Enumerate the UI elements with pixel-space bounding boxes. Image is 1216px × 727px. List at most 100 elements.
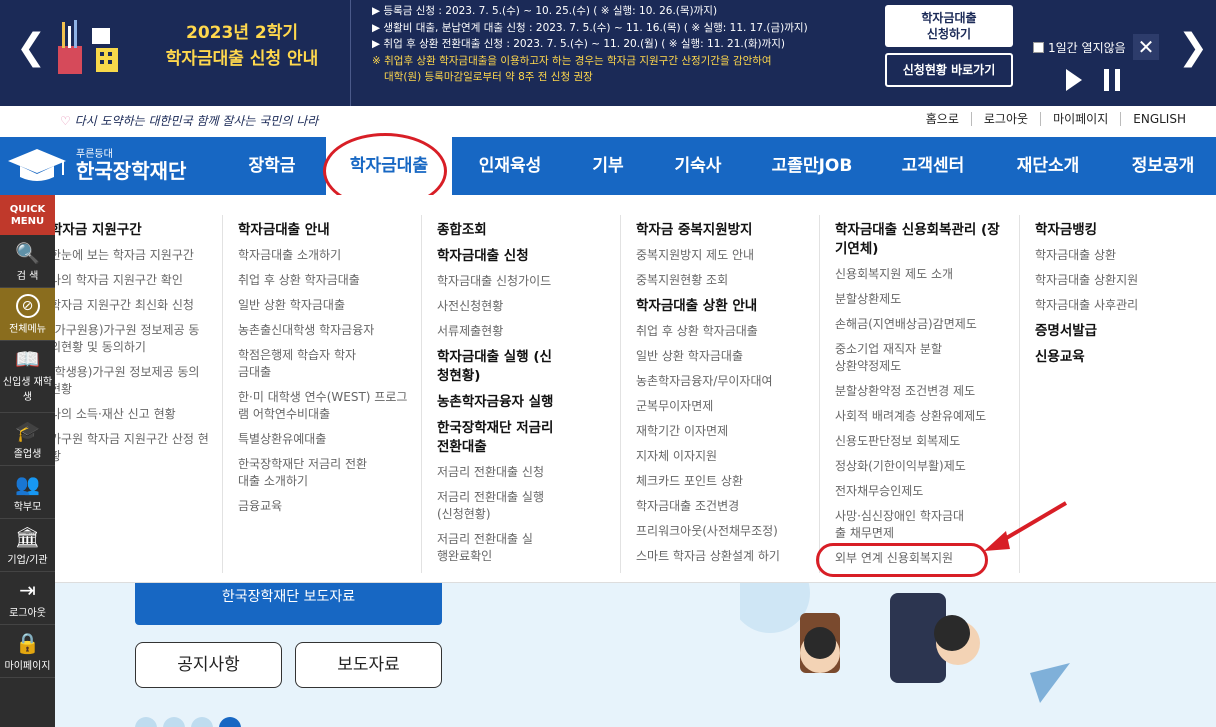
- menu-heading[interactable]: 신용교육: [1035, 348, 1210, 367]
- menu-heading[interactable]: 종합조회: [437, 221, 597, 240]
- banner-prev-icon[interactable]: ❮: [16, 28, 46, 68]
- play-icon[interactable]: [1066, 69, 1082, 91]
- menu-link[interactable]: (가구원용)가구원 정보제공 동의현황 및 동의하기: [50, 322, 210, 356]
- menu-heading[interactable]: 학자금대출 상환 안내: [636, 297, 806, 316]
- menu-link[interactable]: 저금리 전환대출 신청: [437, 464, 597, 481]
- quick-logout[interactable]: ⇥ 로그아웃: [0, 572, 55, 625]
- notice-button[interactable]: 공지사항: [135, 642, 282, 688]
- nav-scholarship[interactable]: 장학금: [228, 137, 316, 195]
- home-link[interactable]: 홈으로: [914, 112, 971, 126]
- menu-link[interactable]: 중복지원방지 제도 안내: [636, 247, 806, 264]
- menu-link[interactable]: 학자금대출 신청가이드: [437, 273, 597, 290]
- menu-link[interactable]: 농촌출신대학생 학자금융자: [238, 322, 408, 339]
- menu-heading[interactable]: 학자금뱅킹: [1035, 221, 1210, 240]
- menu-link[interactable]: 나의 학자금 지원구간 확인: [50, 272, 210, 289]
- english-link[interactable]: ENGLISH: [1120, 112, 1198, 126]
- status-shortcut-button[interactable]: 신청현황 바로가기: [885, 53, 1013, 87]
- menu-link[interactable]: 학자금대출 상환: [1035, 247, 1210, 264]
- menu-link[interactable]: 중복지원현황 조회: [636, 272, 806, 289]
- apply-loan-button[interactable]: 학자금대출 신청하기: [885, 5, 1013, 47]
- notice-line: ▶ 등록금 신청 : 2023. 7. 5.(수) ~ 10. 25.(수) (…: [372, 5, 718, 17]
- menu-link[interactable]: 손해금(지연배상금)감면제도: [835, 316, 1010, 333]
- menu-link[interactable]: 학자금대출 상환지원: [1035, 272, 1210, 289]
- menu-heading[interactable]: 농촌학자금융자 실행: [437, 393, 597, 412]
- checkbox-box[interactable]: [1033, 42, 1044, 53]
- menu-link[interactable]: 취업 후 상환 학자금대출: [636, 323, 806, 340]
- mypage-link[interactable]: 마이페이지: [1040, 112, 1120, 126]
- menu-link[interactable]: 분할상환제도: [835, 291, 1010, 308]
- nav-dormitory[interactable]: 기숙사: [658, 137, 738, 195]
- nav-disclosure[interactable]: 정보공개: [1116, 137, 1210, 195]
- menu-link[interactable]: 학자금대출 소개하기: [238, 247, 408, 264]
- menu-link[interactable]: 특별상환유예대출: [238, 431, 408, 448]
- menu-link[interactable]: 학자금 지원구간 최신화 신청: [50, 297, 210, 314]
- menu-link[interactable]: 사전신청현황: [437, 298, 597, 315]
- menu-link[interactable]: 신용회복지원 제도 소개: [835, 266, 1010, 283]
- annotation-arrow-icon: [984, 501, 1068, 551]
- menu-link[interactable]: 저금리 전환대출 실행 (신청현황): [437, 489, 547, 523]
- nav-talent[interactable]: 인재육성: [462, 137, 558, 195]
- menu-heading[interactable]: 학자금 지원구간: [50, 221, 210, 240]
- menu-link[interactable]: 일반 상환 학자금대출: [636, 348, 806, 365]
- menu-link[interactable]: 정상화(기한이익부활)제도: [835, 458, 1010, 475]
- quick-parents[interactable]: 👥 학부모: [0, 466, 55, 519]
- menu-link[interactable]: 취업 후 상환 학자금대출: [238, 272, 408, 289]
- logo[interactable]: 푸른등대 한국장학재단: [6, 147, 186, 183]
- menu-heading[interactable]: 학자금대출 신용회복관리 (장기연체): [835, 221, 1005, 259]
- nav-highschool-job[interactable]: 고졸만JOB: [758, 137, 866, 195]
- menu-heading[interactable]: 증명서발급: [1035, 322, 1210, 341]
- menu-link[interactable]: 학자금대출 사후관리: [1035, 297, 1210, 314]
- nav-about[interactable]: 재단소개: [1000, 137, 1096, 195]
- logout-link[interactable]: 로그아웃: [970, 112, 1040, 126]
- menu-heading[interactable]: 학자금대출 실행 (신청현황): [437, 348, 557, 386]
- close-icon[interactable]: ✕: [1133, 34, 1159, 60]
- banner-next-icon[interactable]: ❯: [1178, 28, 1208, 68]
- nav-donation[interactable]: 기부: [578, 137, 638, 195]
- menu-heading[interactable]: 학자금대출 신청: [437, 247, 597, 266]
- menu-link[interactable]: (학생용)가구원 정보제공 동의현황: [50, 364, 210, 398]
- quick-institution[interactable]: 🏛 기업/기관: [0, 519, 55, 572]
- menu-link[interactable]: 체크카드 포인트 상환: [636, 473, 806, 490]
- carousel-dot[interactable]: [163, 717, 185, 727]
- menu-link[interactable]: 군복무이자면제: [636, 398, 806, 415]
- annotation-oval: [816, 543, 988, 577]
- carousel-dot[interactable]: [135, 717, 157, 727]
- quick-students[interactable]: 📖 신입생 재학생: [0, 341, 55, 413]
- menu-link[interactable]: 한·미 대학생 연수(WEST) 프로그램 어학연수비대출: [238, 389, 408, 423]
- menu-link[interactable]: 한국장학재단 저금리 전환대출 소개하기: [238, 456, 368, 490]
- menu-link[interactable]: 사망·심신장애인 학자금대출 채무면제: [835, 508, 965, 542]
- menu-link[interactable]: 프리워크아웃(사전채무조정): [636, 523, 806, 540]
- pause-icon[interactable]: [1104, 69, 1120, 91]
- menu-heading[interactable]: 한국장학재단 저금리 전환대출: [437, 419, 557, 457]
- menu-link[interactable]: 나의 소득·재산 신고 현황: [50, 406, 210, 423]
- menu-link[interactable]: 학자금대출 조건변경: [636, 498, 806, 515]
- quick-search[interactable]: 🔍 검 색: [0, 235, 55, 288]
- quick-graduates[interactable]: 🎓 졸업생: [0, 413, 55, 466]
- menu-link[interactable]: 금융교육: [238, 498, 408, 515]
- menu-link[interactable]: 재학기간 이자면제: [636, 423, 806, 440]
- nav-customer-center[interactable]: 고객센터: [888, 137, 978, 195]
- menu-link[interactable]: 농촌학자금융자/무이자대여: [636, 373, 806, 390]
- menu-link[interactable]: 가구원 학자금 지원구간 산정 현황: [50, 431, 210, 465]
- menu-link[interactable]: 학점은행제 학습자 학자금대출: [238, 347, 358, 381]
- menu-link[interactable]: 사회적 배려계층 상환유예제도: [835, 408, 1010, 425]
- menu-link[interactable]: 서류제출현황: [437, 323, 597, 340]
- menu-heading[interactable]: 학자금 중복지원방지: [636, 221, 806, 240]
- press-button[interactable]: 보도자료: [295, 642, 442, 688]
- press-release-banner-button[interactable]: 한국장학재단 보도자료: [135, 583, 442, 625]
- menu-link[interactable]: 중소기업 재직자 분할상환약정제도: [835, 341, 945, 375]
- menu-link[interactable]: 일반 상환 학자금대출: [238, 297, 408, 314]
- carousel-dot-active[interactable]: [219, 717, 241, 727]
- menu-link[interactable]: 분할상환약정 조건변경 제도: [835, 383, 1010, 400]
- menu-link[interactable]: 한눈에 보는 학자금 지원구간: [50, 247, 210, 264]
- quick-full-menu[interactable]: ⊘ 전체메뉴: [0, 288, 55, 341]
- menu-link[interactable]: 지자체 이자지원: [636, 448, 806, 465]
- hide-today-checkbox[interactable]: 1일간 열지않음: [1033, 39, 1126, 56]
- quick-mypage[interactable]: 🔒 마이페이지: [0, 625, 55, 678]
- building-icon: 🏛: [14, 525, 41, 549]
- menu-link[interactable]: 스마트 학자금 상환설계 하기: [636, 548, 806, 565]
- carousel-dot[interactable]: [191, 717, 213, 727]
- menu-heading[interactable]: 학자금대출 안내: [238, 221, 408, 240]
- menu-link[interactable]: 저금리 전환대출 실행완료확인: [437, 531, 537, 565]
- menu-link[interactable]: 신용도판단정보 회복제도: [835, 433, 1010, 450]
